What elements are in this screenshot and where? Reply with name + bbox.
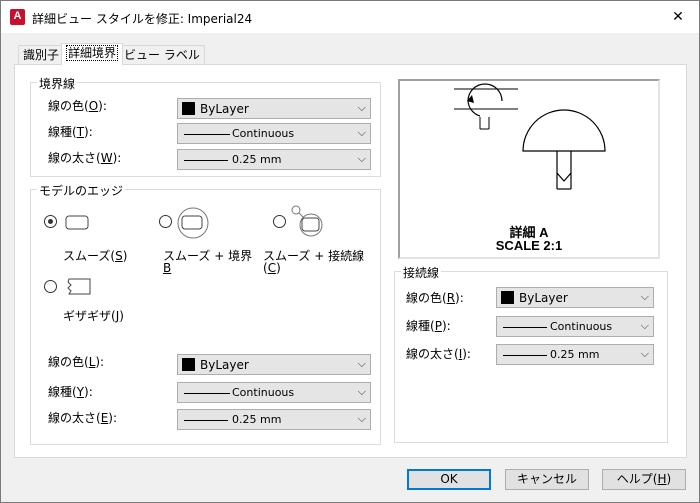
connection-line-group-title: 接続線	[401, 264, 442, 281]
connection-line-group: 接続線 線の色(R): ByLayer ⌵ 線種(P): Continuous …	[394, 264, 668, 443]
color-swatch	[182, 358, 195, 371]
chevron-down-icon: ⌵	[640, 319, 649, 332]
connection-linetype-label: 線種(P):	[406, 319, 451, 333]
chevron-down-icon: ⌵	[357, 152, 366, 165]
boundary-group: 境界線 線の色(O): ByLayer ⌵ 線種(T): Continuous …	[30, 75, 381, 177]
color-swatch	[501, 291, 514, 304]
chevron-down-icon: ⌵	[357, 385, 366, 398]
boundary-lineweight-dropdown[interactable]: 0.25 mm ⌵	[177, 149, 371, 170]
jagged-edge-icon	[67, 278, 91, 295]
chevron-down-icon: ⌵	[357, 412, 366, 425]
preview-scale-label: SCALE 2:1	[495, 238, 563, 253]
chevron-down-icon: ⌵	[357, 101, 366, 114]
ok-button[interactable]: OK	[407, 469, 491, 490]
autocad-app-icon: A	[10, 9, 25, 25]
detail-preview: 詳細 A SCALE 2:1	[398, 79, 660, 259]
model-edge-group-title: モデルのエッジ	[37, 182, 126, 199]
linetype-sample	[184, 393, 230, 394]
radio-smooth-with-connection[interactable]	[273, 215, 286, 228]
connection-color-label: 線の色(R):	[406, 291, 464, 305]
smooth-with-border-icon	[177, 207, 209, 239]
tab-view-label[interactable]: ビュー ラベル	[119, 45, 205, 65]
help-button[interactable]: ヘルプ(H)	[602, 469, 686, 490]
option-smooth-label: スムーズ(S)	[63, 249, 128, 263]
boundary-lineweight-label: 線の太さ(W):	[48, 151, 122, 165]
linetype-sample	[503, 327, 547, 328]
model-edge-lineweight-label: 線の太さ(E):	[48, 411, 118, 425]
linetype-sample	[184, 134, 230, 135]
model-edge-lineweight-dropdown[interactable]: 0.25 mm ⌵	[177, 409, 371, 430]
chevron-down-icon: ⌵	[640, 347, 649, 360]
cancel-button[interactable]: キャンセル	[505, 469, 589, 490]
smooth-with-connection-icon	[291, 205, 323, 237]
tab-identifier[interactable]: 識別子	[18, 45, 65, 65]
model-edge-linetype-dropdown[interactable]: Continuous ⌵	[177, 382, 371, 403]
model-edge-group: モデルのエッジ スムーズ(S) スムーズ + 境界 B スムーズ + 接続線(C…	[30, 182, 381, 445]
tab-detail-boundary-label: 詳細境界	[66, 45, 119, 61]
boundary-linetype-value: Continuous	[232, 127, 295, 140]
model-edge-linetype-label: 線種(Y):	[48, 385, 93, 399]
connection-lineweight-dropdown[interactable]: 0.25 mm ⌵	[496, 344, 654, 365]
boundary-group-title: 境界線	[37, 75, 78, 92]
close-button[interactable]: ✕	[667, 6, 689, 28]
tab-identifier-label: 識別子	[23, 48, 60, 62]
lineweight-sample	[184, 420, 228, 421]
chevron-down-icon: ⌵	[357, 126, 366, 139]
connection-lineweight-label: 線の太さ(I):	[406, 347, 471, 361]
radio-smooth[interactable]	[44, 215, 57, 228]
radio-smooth-with-border[interactable]	[159, 215, 172, 228]
model-edge-lineweight-value: 0.25 mm	[232, 413, 282, 426]
boundary-color-label: 線の色(O):	[48, 99, 107, 113]
dialog-window: A 詳細ビュー スタイルを修正: Imperial24 ✕ 識別子 詳細境界 ビ…	[0, 0, 700, 503]
boundary-linetype-dropdown[interactable]: Continuous ⌵	[177, 123, 371, 144]
connection-linetype-value: Continuous	[550, 320, 613, 333]
option-smooth-with-connection-label: スムーズ + 接続線(C)	[263, 249, 365, 275]
option-jagged-label: ギザギザ(J)	[63, 309, 124, 323]
connection-color-value: ByLayer	[519, 291, 568, 305]
boundary-color-value: ByLayer	[200, 102, 249, 116]
connection-lineweight-value: 0.25 mm	[550, 348, 600, 361]
chevron-down-icon: ⌵	[357, 357, 366, 370]
title-bar: A 詳細ビュー スタイルを修正: Imperial24 ✕	[1, 1, 699, 33]
window-title: 詳細ビュー スタイルを修正: Imperial24	[32, 12, 253, 26]
chevron-down-icon: ⌵	[640, 290, 649, 303]
radio-jagged[interactable]	[44, 280, 57, 293]
color-swatch	[182, 102, 195, 115]
lineweight-sample	[184, 160, 228, 161]
boundary-color-dropdown[interactable]: ByLayer ⌵	[177, 98, 371, 119]
lineweight-sample	[503, 355, 547, 356]
model-edge-color-label: 線の色(L):	[48, 355, 105, 369]
connection-color-dropdown[interactable]: ByLayer ⌵	[496, 287, 654, 308]
tab-detail-boundary[interactable]: 詳細境界	[61, 43, 124, 65]
smooth-edge-icon	[65, 215, 89, 230]
model-edge-color-dropdown[interactable]: ByLayer ⌵	[177, 354, 371, 375]
model-edge-color-value: ByLayer	[200, 358, 249, 372]
option-smooth-with-border-label: スムーズ + 境界 B	[163, 249, 253, 275]
boundary-linetype-label: 線種(T):	[48, 125, 93, 139]
model-edge-linetype-value: Continuous	[232, 386, 295, 399]
connection-linetype-dropdown[interactable]: Continuous ⌵	[496, 316, 654, 337]
boundary-lineweight-value: 0.25 mm	[232, 153, 282, 166]
tab-view-label-label: ビュー ラベル	[124, 48, 200, 62]
